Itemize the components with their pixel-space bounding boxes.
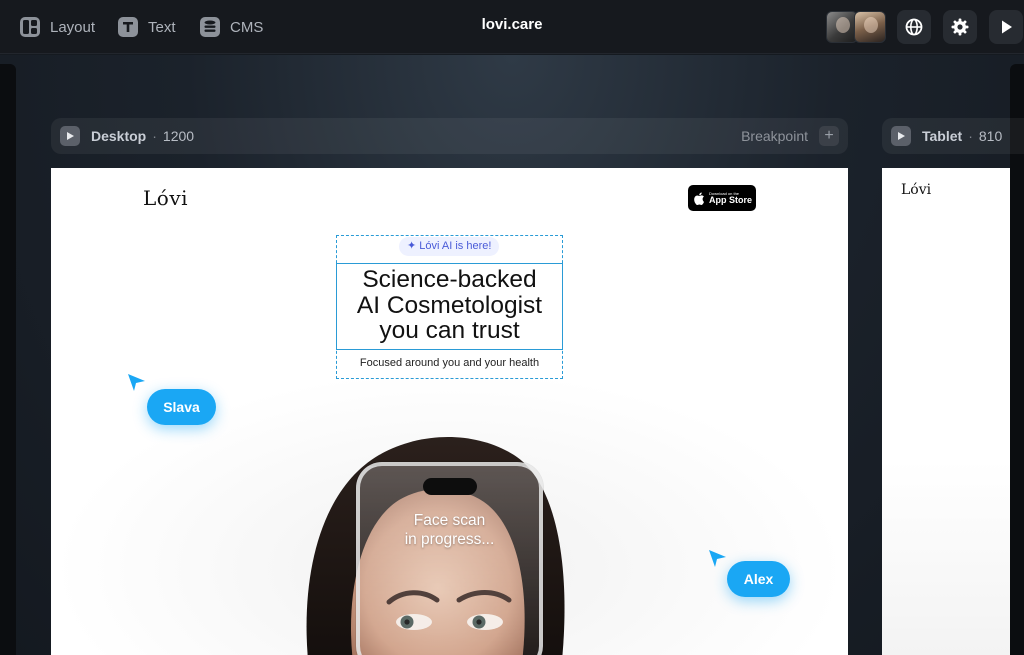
settings-button[interactable] — [943, 10, 977, 44]
top-toolbar: Layout Text CMS lovi.care — [0, 0, 1024, 54]
frame-name: Desktop — [91, 128, 147, 144]
globe-button[interactable] — [897, 10, 931, 44]
globe-icon — [905, 18, 923, 36]
tablet-preview-button[interactable] — [891, 126, 911, 146]
frame-name: Tablet — [922, 128, 963, 144]
frame-width: 810 — [978, 128, 1003, 144]
desktop-preview-button[interactable] — [60, 126, 80, 146]
play-icon — [898, 132, 905, 140]
play-icon — [67, 132, 74, 140]
scan-line: in progress... — [404, 531, 495, 548]
headline-line: Science-backed — [362, 266, 537, 293]
preview-button[interactable] — [989, 10, 1023, 44]
phone-notch — [423, 478, 477, 495]
scan-line: Face scan — [413, 512, 486, 529]
cursor-arrow-icon — [709, 550, 726, 567]
headline-line: you can trust — [379, 317, 520, 344]
tablet-frame-label: Tablet · 810 — [922, 128, 1003, 144]
headline-line: AI Cosmetologist — [356, 291, 543, 319]
desktop-frame-label: Desktop · 1200 — [91, 128, 195, 144]
face-scan-status: Face scan in progress... — [356, 511, 543, 549]
gear-icon — [951, 18, 969, 36]
desktop-frame-bar[interactable]: Desktop · 1200 Breakpoint + — [51, 118, 848, 154]
collaborator-avatars[interactable] — [826, 11, 888, 43]
hero-subline[interactable]: Focused around you and your health — [336, 357, 563, 369]
breakpoint-label[interactable]: Breakpoint — [741, 128, 808, 144]
left-frame-edge — [0, 64, 16, 655]
add-breakpoint-button[interactable]: + — [819, 126, 839, 146]
tablet-frame-bar[interactable]: Tablet · 810 — [882, 118, 1024, 154]
avatar[interactable] — [854, 11, 886, 43]
cursor-arrow-icon — [128, 374, 145, 391]
frame-width: 1200 — [162, 128, 195, 144]
ai-badge[interactable]: ✦ Lóvi AI is here! — [399, 237, 500, 256]
hero-headline[interactable]: Science-backed AI Cosmetologist you can … — [336, 267, 563, 344]
cursor-label-slava: Slava — [147, 389, 216, 425]
lovi-logo[interactable]: Lóvi — [901, 182, 931, 198]
phone-mockup — [356, 462, 543, 655]
cursor-label-alex: Alex — [727, 561, 790, 597]
tablet-page[interactable]: Lóvi — [882, 168, 1010, 655]
play-icon — [1002, 20, 1012, 34]
